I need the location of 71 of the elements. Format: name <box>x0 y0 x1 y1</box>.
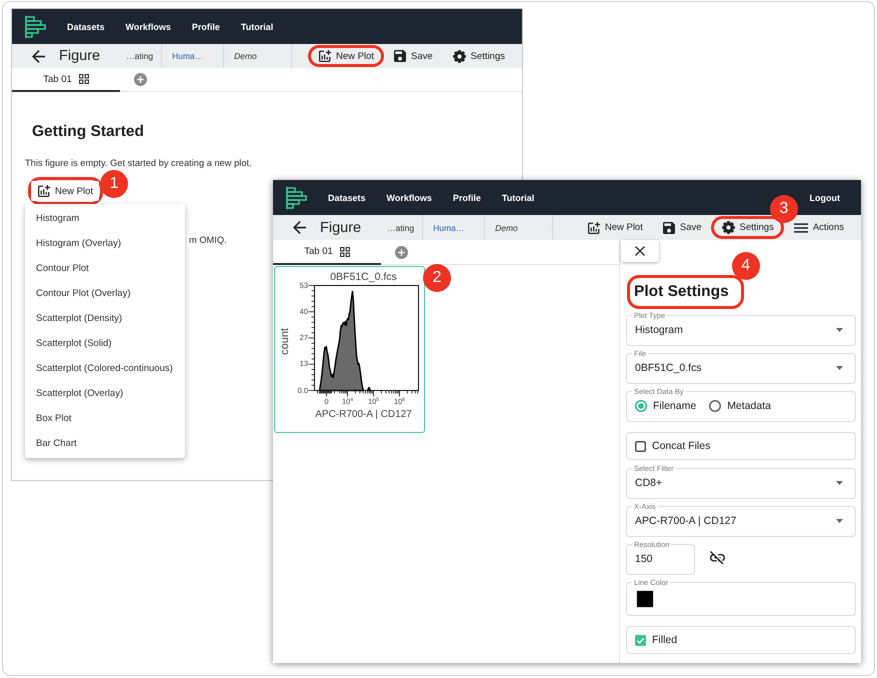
section-heading: Getting Started <box>32 123 144 141</box>
menu-item[interactable]: Bar Chart <box>25 431 185 456</box>
save-button[interactable]: Save <box>658 220 707 236</box>
menu-item[interactable]: Contour Plot <box>25 256 185 281</box>
grid-icon <box>340 246 350 256</box>
breadcrumb-link[interactable]: Demo <box>224 44 292 68</box>
menu-item[interactable]: Scatterplot (Overlay) <box>25 381 185 406</box>
nav-link[interactable]: Workflows <box>386 192 432 202</box>
new-plot-button[interactable]: New Plot <box>582 220 648 236</box>
caret-icon <box>836 328 843 332</box>
logout-link[interactable]: Logout <box>810 192 840 202</box>
menu-item[interactable]: Scatterplot (Density) <box>25 306 185 331</box>
actions-button[interactable]: Actions <box>788 220 849 235</box>
arrow-left-icon <box>32 50 45 62</box>
menu-item[interactable]: Contour Plot (Overlay) <box>25 281 185 306</box>
caret-icon <box>836 366 843 370</box>
plot-title: 0BF51C_0.fcs <box>329 270 398 285</box>
nav-link[interactable]: Tutorial <box>502 192 534 202</box>
chart-plus-icon <box>38 185 50 197</box>
close-button[interactable] <box>621 240 659 262</box>
settings-button[interactable]: Settings <box>448 48 510 64</box>
nav-link[interactable]: Profile <box>192 22 220 32</box>
arrow-left-icon <box>293 221 306 234</box>
body-text: m OMIQ. <box>189 235 227 245</box>
chart-plus-icon <box>588 222 600 234</box>
broken-link-icon[interactable] <box>710 550 725 564</box>
breadcrumb-link[interactable]: …ating <box>361 215 424 240</box>
caret-icon <box>836 481 843 485</box>
logo-icon[interactable] <box>24 14 46 38</box>
radio-option[interactable]: Metadata <box>709 400 771 412</box>
save-button[interactable]: Save <box>389 48 438 64</box>
nav-link[interactable]: Profile <box>452 192 481 202</box>
new-plot-button[interactable]: New Plot <box>314 48 380 64</box>
axis-label: APC-R700-A | CD127 <box>314 408 413 422</box>
breadcrumb-link[interactable]: Huma… <box>162 44 224 68</box>
page-title: Figure <box>320 220 362 236</box>
breadcrumb-link[interactable]: Demo <box>485 215 554 240</box>
breadcrumb-link[interactable]: …ating <box>100 44 162 68</box>
new-plot-button[interactable]: New Plot <box>31 181 100 201</box>
checkbox-option[interactable]: Filled <box>635 634 678 646</box>
menu-item[interactable]: Histogram <box>25 206 185 231</box>
logo-icon[interactable] <box>285 186 307 210</box>
menu-item[interactable]: Histogram (Overlay) <box>25 231 185 256</box>
intro-text: This figure is empty. Get started by creating a new plot. <box>25 158 252 168</box>
grid-icon <box>78 74 89 84</box>
menu-item[interactable]: Scatterplot (Colored-continuous) <box>25 356 185 381</box>
chart-plus-icon <box>319 50 331 62</box>
radio-option[interactable]: Filename <box>635 400 696 412</box>
color-swatch[interactable] <box>637 591 653 607</box>
checkbox-option[interactable]: Concat Files <box>635 440 710 452</box>
nav-link[interactable]: Datasets <box>67 22 105 32</box>
menu-item[interactable]: Box Plot <box>25 406 185 431</box>
nav-link[interactable]: Workflows <box>126 22 171 32</box>
menu-icon <box>794 222 808 232</box>
settings-icon <box>722 221 735 234</box>
settings-icon <box>452 50 466 62</box>
step-number: 1 <box>100 170 128 198</box>
nav-link[interactable]: Tutorial <box>240 22 274 32</box>
axis-label: count <box>279 328 291 354</box>
page-title: Figure <box>59 48 100 64</box>
step-number: 2 <box>423 264 451 292</box>
menu-item[interactable]: Scatterplot (Solid) <box>25 331 185 356</box>
nav-link[interactable]: Datasets <box>328 192 366 202</box>
close-icon <box>635 246 645 256</box>
panel-heading: Plot Settings <box>634 283 729 301</box>
breadcrumb-link[interactable]: Huma… <box>423 215 486 240</box>
add-icon[interactable] <box>134 73 147 86</box>
step-number: 4 <box>732 252 760 280</box>
tab[interactable]: Tab 01 <box>12 68 120 92</box>
caret-icon <box>836 519 843 523</box>
add-icon[interactable] <box>395 246 408 258</box>
